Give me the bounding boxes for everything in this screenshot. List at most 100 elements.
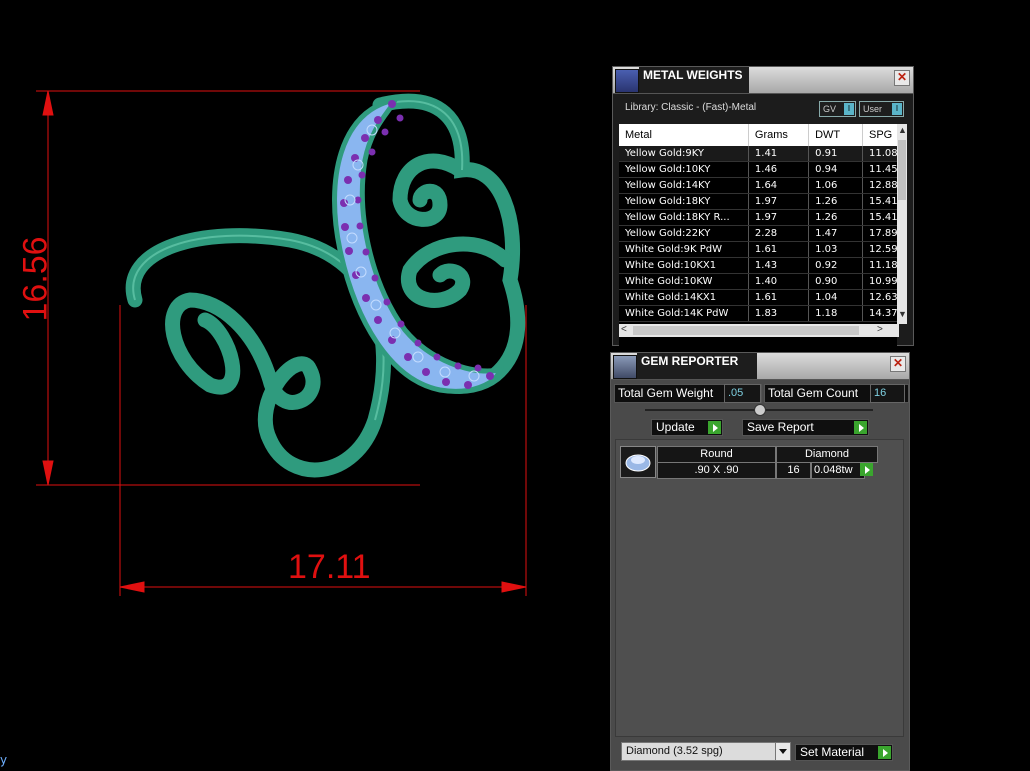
gem-size-cell: .90 X .90 <box>657 462 776 479</box>
table-cell: 1.40 <box>748 273 810 290</box>
user-toggle[interactable]: User I <box>859 101 904 117</box>
hscroll-thumb[interactable] <box>633 326 859 335</box>
table-cell: Yellow Gold:14KY <box>619 177 749 194</box>
table-cell: 2.28 <box>748 225 810 242</box>
table-cell: 11.45 <box>862 161 897 178</box>
gem-material-cell: Diamond <box>776 446 878 463</box>
table-cell: 1.97 <box>748 209 810 226</box>
scroll-left-icon[interactable]: < <box>621 324 627 335</box>
table-cell: Yellow Gold:18KY R... <box>619 209 749 226</box>
play-icon <box>878 746 891 759</box>
round-gem-icon <box>620 446 656 478</box>
butterfly-model-drawing <box>36 90 527 596</box>
table-row[interactable]: Yellow Gold:18KY R... 1.97 1.26 15.41 <box>619 209 897 226</box>
close-icon[interactable]: ✕ <box>890 356 906 372</box>
toggle-icon: I <box>844 103 854 115</box>
table-cell: 1.03 <box>808 241 863 258</box>
table-cell: Yellow Gold:22KY <box>619 225 749 242</box>
metal-weights-titlebar[interactable]: METAL WEIGHTS ✕ <box>613 67 913 94</box>
col-header-metal[interactable]: Metal <box>619 124 749 146</box>
table-cell: 0.91 <box>808 146 863 162</box>
table-cell: 0.94 <box>808 161 863 178</box>
table-row[interactable]: White Gold:10KX1 1.43 0.92 11.18 <box>619 257 897 274</box>
col-header-dwt[interactable]: DWT <box>808 124 863 146</box>
table-cell: 11.18 <box>862 257 897 274</box>
chevron-down-icon[interactable] <box>775 743 790 760</box>
set-material-button[interactable]: Set Material <box>795 744 893 761</box>
play-icon <box>854 421 867 434</box>
gv-toggle[interactable]: GV I <box>819 101 856 117</box>
table-row[interactable]: White Gold:9K PdW 1.61 1.03 12.59 <box>619 241 897 258</box>
table-cell: 1.61 <box>748 241 810 258</box>
metal-wire <box>125 93 526 478</box>
table-cell: White Gold:10KW <box>619 273 749 290</box>
dimension-height-label: 16.56 <box>16 236 55 322</box>
scroll-down-icon[interactable]: ▼ <box>898 309 907 319</box>
table-cell: 1.64 <box>748 177 810 194</box>
table-row[interactable]: Yellow Gold:10KY 1.46 0.94 11.45 <box>619 161 897 178</box>
table-cell: 17.89 <box>862 225 897 242</box>
table-cell: 12.63 <box>862 289 897 306</box>
play-icon <box>708 421 721 434</box>
table-cell: 1.47 <box>808 225 863 242</box>
gem-weight-cell: 0.048tw <box>811 462 865 479</box>
gem-select-button[interactable] <box>860 462 874 477</box>
dimension-width-label: 17.11 <box>288 548 371 586</box>
table-cell: 1.06 <box>808 177 863 194</box>
table-cell: 1.18 <box>808 305 863 322</box>
play-icon <box>860 463 873 476</box>
scroll-down-area[interactable]: ▼ <box>897 306 907 324</box>
metal-weights-title: METAL WEIGHTS <box>643 68 743 82</box>
scroll-thumb[interactable] <box>898 140 906 200</box>
table-cell: White Gold:9K PdW <box>619 241 749 258</box>
table-cell: 1.43 <box>748 257 810 274</box>
gem-reporter-title: GEM REPORTER <box>641 354 739 368</box>
gem-list <box>615 439 904 737</box>
col-header-spg[interactable]: SPG <box>862 124 897 146</box>
gem-reporter-titlebar[interactable]: GEM REPORTER ✕ <box>611 353 909 380</box>
table-row[interactable]: White Gold:10KW 1.40 0.90 10.99 <box>619 273 897 290</box>
table-cell: 12.88 <box>862 177 897 194</box>
table-cell: 12.59 <box>862 241 897 258</box>
table-row[interactable]: Yellow Gold:9KY 1.41 0.91 11.08 <box>619 146 897 162</box>
save-report-button[interactable]: Save Report <box>742 419 869 436</box>
table-cell: 1.46 <box>748 161 810 178</box>
table-cell: White Gold:10KX1 <box>619 257 749 274</box>
table-cell: 15.41 <box>862 209 897 226</box>
gem-reporter-logo-icon <box>613 355 637 379</box>
report-slider-knob[interactable] <box>754 404 766 416</box>
table-cell: Yellow Gold:18KY <box>619 193 749 210</box>
gem-count-cell: 16 <box>776 462 811 479</box>
cad-viewport[interactable]: 17.11 16.56 y <box>0 0 610 769</box>
table-cell: 0.90 <box>808 273 863 290</box>
material-select[interactable]: Diamond (3.52 spg) <box>621 742 791 761</box>
metal-weights-panel: METAL WEIGHTS ✕ Library: Classic - (Fast… <box>612 66 914 381</box>
table-cell: 10.99 <box>862 273 897 290</box>
scroll-up-icon[interactable]: ▲ <box>898 125 907 135</box>
table-cell: White Gold:14KX1 <box>619 289 749 306</box>
update-button[interactable]: Update <box>651 419 723 436</box>
table-cell: 1.41 <box>748 146 810 162</box>
metal-table-hscrollbar[interactable]: < > <box>619 324 899 337</box>
metal-table: Metal Grams DWT SPG Yellow Gold:9KY 1.41 0… <box>619 124 897 381</box>
table-cell: 1.97 <box>748 193 810 210</box>
gem-shape-cell: Round <box>657 446 776 463</box>
total-gem-count-value: 16 <box>870 384 905 403</box>
col-header-grams[interactable]: Grams <box>748 124 810 146</box>
matrix-logo-icon <box>615 69 639 93</box>
table-row[interactable]: Yellow Gold:14KY 1.64 1.06 12.88 <box>619 177 897 194</box>
table-row[interactable]: Yellow Gold:22KY 2.28 1.47 17.89 <box>619 225 897 242</box>
table-cell: 1.26 <box>808 209 863 226</box>
table-row[interactable]: Yellow Gold:18KY 1.97 1.26 15.41 <box>619 193 897 210</box>
scroll-right-icon[interactable]: > <box>877 324 883 335</box>
metal-table-vscrollbar[interactable]: ▲ <box>897 124 907 324</box>
table-row[interactable]: White Gold:14K PdW 1.83 1.18 14.37 <box>619 305 897 322</box>
table-cell: 15.41 <box>862 193 897 210</box>
table-row[interactable]: White Gold:14KX1 1.61 1.04 12.63 <box>619 289 897 306</box>
table-cell: 0.92 <box>808 257 863 274</box>
close-icon[interactable]: ✕ <box>894 70 910 86</box>
table-cell: 14.37 <box>862 305 897 322</box>
table-cell: 1.61 <box>748 289 810 306</box>
library-label: Library: Classic - (Fast)-Metal <box>625 102 757 113</box>
axis-y-label: y <box>0 753 8 767</box>
